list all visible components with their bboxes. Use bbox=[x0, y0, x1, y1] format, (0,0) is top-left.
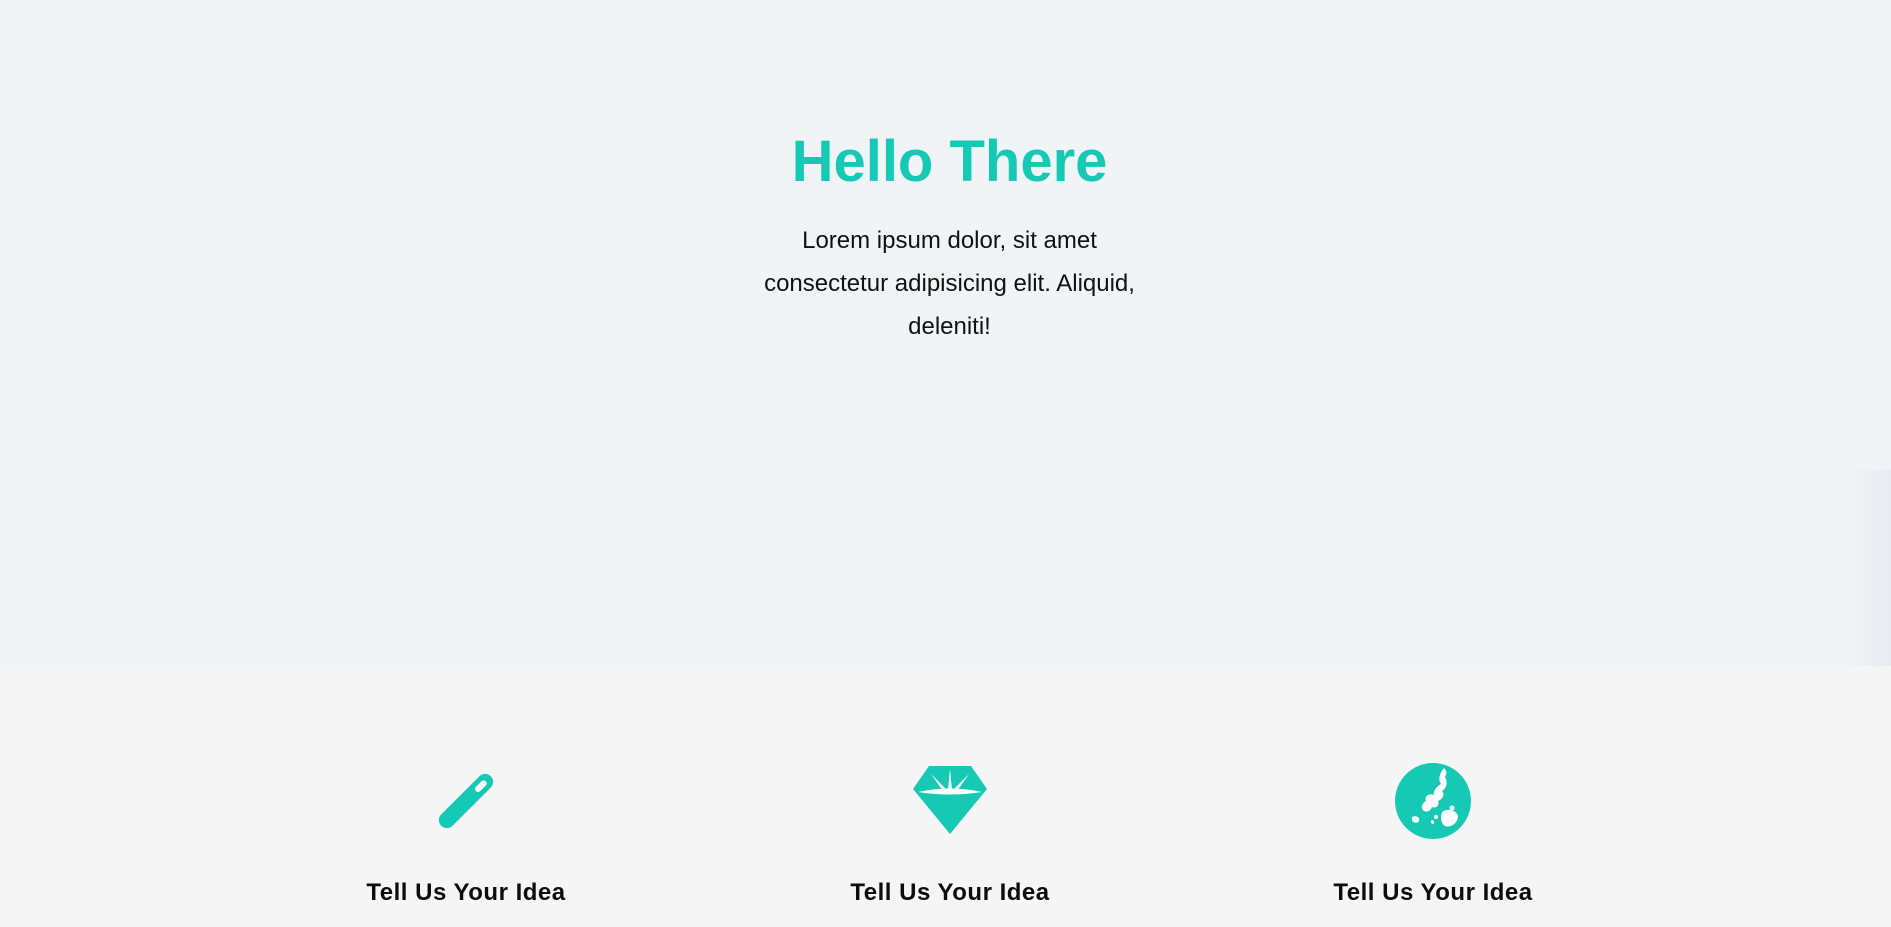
feature-card-gem: Tell Us Your Idea bbox=[800, 762, 1100, 908]
feature-title: Tell Us Your Idea bbox=[1333, 879, 1533, 906]
globe-icon bbox=[1395, 763, 1471, 839]
hero-text: Lorem ipsum dolor, sit amet consectetur … bbox=[764, 227, 1135, 340]
hero-section: Hello There Lorem ipsum dolor, sit amet … bbox=[0, 0, 1891, 666]
feature-card-globe: Tell Us Your Idea bbox=[1283, 762, 1583, 908]
feature-title: Tell Us Your Idea bbox=[850, 879, 1050, 906]
features-section: Tell Us Your Idea Tell Us Your Idea Tell… bbox=[0, 666, 1891, 927]
gem-icon bbox=[913, 766, 987, 834]
feature-card-idea: Tell Us Your Idea bbox=[316, 762, 616, 908]
magic-wand-icon bbox=[438, 773, 494, 829]
edge-shade bbox=[1843, 470, 1891, 666]
feature-title: Tell Us Your Idea bbox=[366, 879, 566, 906]
hero-title: Hello There bbox=[791, 129, 1108, 194]
